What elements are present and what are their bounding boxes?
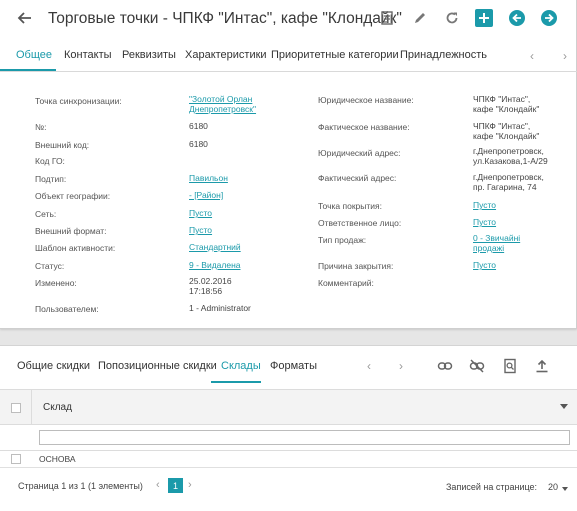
tabs-scroll-right-icon[interactable]: ›: [563, 49, 567, 63]
field-label: Подтип:: [35, 174, 67, 184]
field-value: г.Днепропетровск, ул.Казакова,1-А/29: [473, 146, 548, 166]
status-link[interactable]: 9 - Видалена: [189, 260, 241, 270]
field-label: Изменено:: [35, 278, 77, 288]
add-icon[interactable]: [475, 9, 493, 27]
tab-general[interactable]: Общее: [16, 49, 52, 61]
tabs-scroll-left-icon[interactable]: ‹: [530, 49, 534, 63]
activity-template-link[interactable]: Стандартний: [189, 242, 241, 252]
field-label: Ответственное лицо:: [318, 218, 402, 228]
column-divider: [31, 390, 32, 424]
warehouse-cell: ОСНОВА: [39, 454, 76, 464]
tab-general-discounts[interactable]: Общие скидки: [17, 360, 90, 372]
tab-formats[interactable]: Форматы: [270, 360, 317, 372]
field-value: 6180: [189, 121, 208, 131]
previous-page-icon[interactable]: ‹: [156, 479, 160, 491]
field-label: №:: [35, 122, 47, 132]
geography-link[interactable]: - [Район]: [189, 190, 223, 200]
field-label: Точка синхронизации:: [35, 96, 122, 106]
field-label: Внешний код:: [35, 140, 90, 150]
field-label: Внешний формат:: [35, 226, 107, 236]
external-format-link[interactable]: Пусто: [189, 225, 212, 235]
field-value: 6180: [189, 139, 208, 149]
field-label: Тип продаж:: [318, 235, 367, 245]
link-icon[interactable]: [436, 357, 454, 375]
network-link[interactable]: Пусто: [189, 208, 212, 218]
closure-reason-link[interactable]: Пусто: [473, 260, 496, 270]
coverage-point-link[interactable]: Пусто: [473, 200, 496, 210]
responsible-person-link[interactable]: Пусто: [473, 217, 496, 227]
chevron-down-icon[interactable]: [562, 487, 568, 491]
field-label: Код ГО:: [35, 156, 65, 166]
grid-header: Склад: [0, 389, 577, 425]
document-icon[interactable]: [378, 9, 396, 27]
document-search-icon[interactable]: [501, 357, 519, 375]
field-label: Объект географии:: [35, 191, 111, 201]
active-tab-indicator: [211, 381, 261, 383]
tab-membership[interactable]: Принадлежность: [400, 49, 487, 61]
tab-divider: [0, 71, 577, 72]
field-label: Фактическое название:: [318, 122, 410, 132]
upload-icon[interactable]: [533, 357, 551, 375]
field-value: г.Днепропетровск, пр. Гагарина, 74: [473, 172, 544, 192]
field-label: Сеть:: [35, 209, 57, 219]
page-1-button[interactable]: 1: [168, 478, 183, 493]
sales-type-link[interactable]: 0 - Звичайні продажі: [473, 233, 520, 253]
tab-contacts[interactable]: Контакты: [64, 49, 112, 61]
tabs-scroll-left-icon[interactable]: ‹: [367, 359, 371, 373]
table-row[interactable]: ОСНОВА: [0, 451, 577, 468]
field-label: Шаблон активности:: [35, 243, 116, 253]
page-title: Торговые точки - ЧПКФ "Интас", кафе "Кло…: [48, 10, 402, 27]
field-label: Причина закрытия:: [318, 261, 394, 271]
subtype-link[interactable]: Павильон: [189, 173, 228, 183]
tab-position-discounts[interactable]: Попозиционные скидки: [98, 360, 217, 372]
page-size-select[interactable]: 20: [548, 482, 558, 492]
field-label: Юридический адрес:: [318, 148, 401, 158]
refresh-icon[interactable]: [443, 9, 461, 27]
sync-point-link[interactable]: "Золотой Орлан Днепропетровск": [189, 94, 256, 114]
field-value: ЧПКФ "Интас", кафе "Клондайк": [473, 121, 540, 141]
tab-characteristics[interactable]: Характеристики: [185, 49, 267, 61]
next-page-icon[interactable]: ›: [188, 479, 192, 491]
field-value: ЧПКФ "Интас", кафе "Клондайк": [473, 94, 540, 114]
field-label: Фактический адрес:: [318, 173, 397, 183]
tab-priority-categories[interactable]: Приоритетные категории: [271, 49, 399, 61]
warehouse-column-header[interactable]: Склад: [43, 402, 72, 413]
field-label: Комментарий:: [318, 278, 374, 288]
field-label: Юридическое название:: [318, 95, 414, 105]
back-arrow-icon[interactable]: [16, 9, 34, 27]
row-checkbox[interactable]: [11, 454, 21, 464]
select-all-checkbox[interactable]: [11, 403, 21, 413]
tab-bar: Общее Контакты Реквизиты Характеристики …: [0, 45, 577, 71]
field-label: Пользователем:: [35, 304, 99, 314]
unlink-icon[interactable]: [468, 357, 486, 375]
filter-row: [0, 425, 577, 451]
header-card: Торговые точки - ЧПКФ "Интас", кафе "Кло…: [0, 0, 577, 329]
tabs-scroll-right-icon[interactable]: ›: [399, 359, 403, 373]
warehouse-filter-input[interactable]: [39, 430, 570, 445]
page-size-label: Записей на странице:: [446, 482, 538, 492]
modified-by: 1 - Administrator: [189, 303, 251, 313]
field-label: Статус:: [35, 261, 65, 271]
chevron-down-icon[interactable]: [560, 404, 568, 409]
modified-date: 25.02.2016 17:18:56: [189, 276, 232, 296]
pager-summary: Страница 1 из 1 (1 элементы): [18, 481, 143, 491]
edit-pencil-icon[interactable]: [411, 9, 429, 27]
field-label: Точка покрытия:: [318, 201, 382, 211]
details-card: Общие скидки Попозиционные скидки Склады…: [0, 345, 577, 511]
previous-record-icon[interactable]: [508, 9, 526, 27]
tab-warehouses[interactable]: Склады: [221, 360, 261, 372]
next-record-icon[interactable]: [540, 9, 558, 27]
tab-requisites[interactable]: Реквизиты: [122, 49, 176, 61]
